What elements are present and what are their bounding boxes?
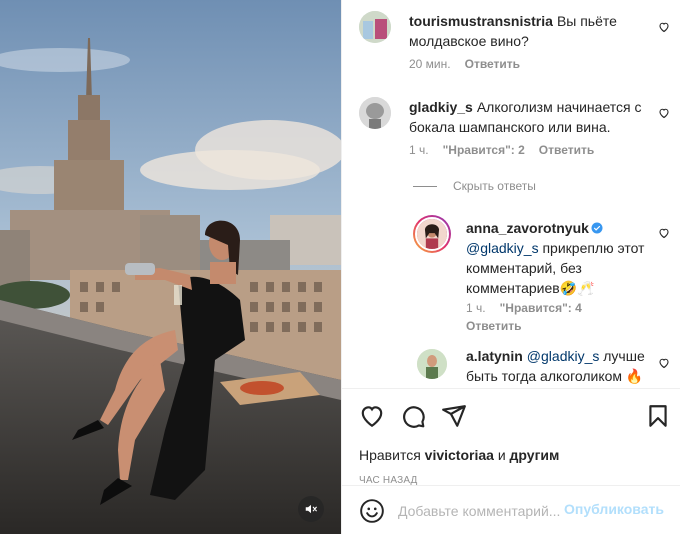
divider-line	[413, 185, 437, 187]
avatar-photo	[415, 217, 449, 251]
speaker-muted-icon	[305, 504, 317, 514]
comment-meta: 1 ч. "Нравится": 2 Ответить	[409, 143, 594, 157]
verified-badge-icon	[591, 222, 603, 234]
comment-username[interactable]: gladkiy_s	[409, 99, 473, 115]
comment-time[interactable]: 1 ч.	[409, 143, 429, 157]
like-heart-icon[interactable]	[359, 403, 385, 429]
comment-time[interactable]: 20 мин.	[409, 57, 451, 71]
post-actions: Нравится vivictoriaa и другим ЧАС НАЗАД …	[342, 388, 680, 534]
reply-button[interactable]: Ответить	[465, 57, 520, 71]
like-comment-heart-icon[interactable]	[658, 21, 670, 33]
share-paper-plane-icon[interactable]	[441, 403, 467, 429]
instagram-post: tourismustransnistria Вы пьёте молдавское…	[0, 0, 680, 534]
comment-bubble-icon[interactable]	[400, 403, 426, 429]
post-sidebar: tourismustransnistria Вы пьёте молдавское…	[341, 0, 680, 534]
avatar[interactable]	[413, 215, 451, 253]
post-photo	[0, 0, 341, 534]
reply-button[interactable]: Ответить	[466, 319, 521, 333]
bookmark-icon[interactable]	[645, 403, 671, 429]
comment-likes-count[interactable]: "Нравится": 2	[443, 143, 525, 157]
comment-username[interactable]: anna_zavorotnyuk	[466, 220, 589, 236]
emoji-smile-icon[interactable]	[359, 498, 385, 524]
liker-username[interactable]: vivictoriaa	[425, 447, 494, 463]
mute-button[interactable]	[298, 496, 324, 522]
hide-replies-label: Скрыть ответы	[453, 179, 536, 193]
comment-body: gladkiy_s Алкоголизм начинается с бокала …	[409, 97, 654, 137]
avatar[interactable]	[359, 11, 391, 43]
avatar-photo	[417, 349, 447, 379]
comment-body: a.latynin @gladkiy_s лучше быть тогда алк…	[466, 346, 654, 386]
likes-summary[interactable]: Нравится vivictoriaa и другим	[359, 447, 559, 463]
comment-username[interactable]: a.latynin	[466, 348, 523, 364]
likes-others[interactable]: другим	[510, 447, 560, 463]
comment-meta: 20 мин. Ответить	[409, 57, 520, 71]
post-media[interactable]	[0, 0, 341, 534]
avatar[interactable]	[417, 349, 447, 379]
comment-likes-count[interactable]: "Нравится": 4	[500, 301, 582, 315]
comment-meta: 1 ч. "Нравится": 4	[466, 301, 582, 315]
comment-body: tourismustransnistria Вы пьёте молдавское…	[409, 11, 649, 51]
like-comment-heart-icon[interactable]	[658, 227, 670, 239]
avatar-photo	[359, 11, 391, 43]
hide-replies-button[interactable]: Скрыть ответы	[413, 179, 536, 193]
add-comment-bar: Опубликовать	[342, 485, 680, 534]
avatar-photo	[359, 97, 391, 129]
avatar[interactable]	[359, 97, 391, 129]
mention-link[interactable]: @gladkiy_s	[527, 348, 600, 364]
comment-username[interactable]: tourismustransnistria	[409, 13, 553, 29]
reply-button[interactable]: Ответить	[539, 143, 594, 157]
like-comment-heart-icon[interactable]	[658, 357, 670, 369]
likes-prefix: Нравится	[359, 447, 421, 463]
post-comment-button[interactable]: Опубликовать	[564, 501, 664, 517]
mention-link[interactable]: @gladkiy_s	[466, 240, 539, 256]
comment-input[interactable]	[398, 500, 568, 522]
comments-list[interactable]: tourismustransnistria Вы пьёте молдавское…	[342, 0, 680, 388]
like-comment-heart-icon[interactable]	[658, 107, 670, 119]
comment-meta: Ответить	[466, 319, 521, 333]
likes-conjunction: и	[497, 447, 506, 463]
comment-body: anna_zavorotnyuk @gladkiy_s прикреплю эт…	[466, 218, 654, 298]
comment-time[interactable]: 1 ч.	[466, 301, 486, 315]
